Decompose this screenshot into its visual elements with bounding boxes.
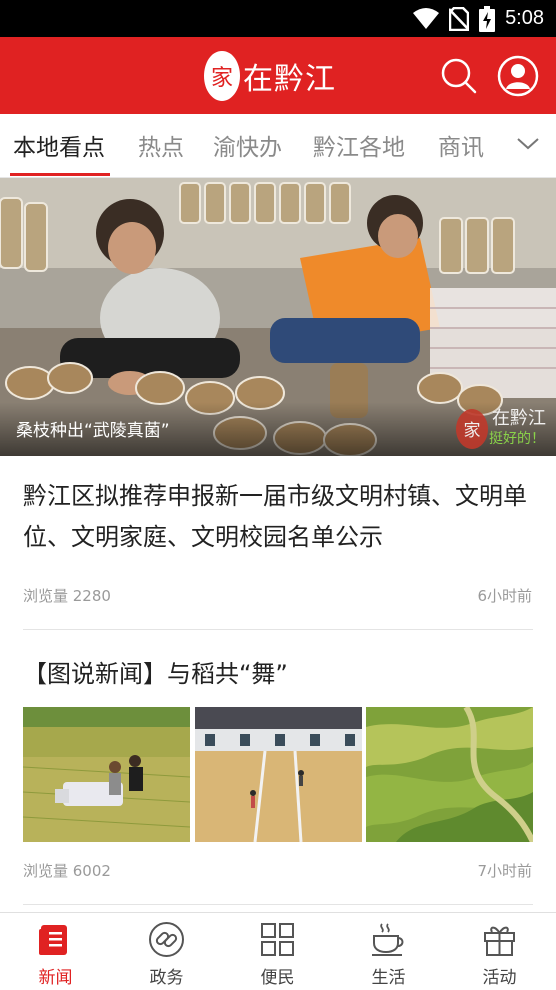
nav-government[interactable]: 政务 <box>111 913 222 990</box>
tab-yukuaiban[interactable]: 渝快办 <box>213 128 282 162</box>
watermark-logo-icon: 家 <box>456 409 488 449</box>
article-time: 7小时前 <box>477 862 532 880</box>
gift-icon <box>484 926 515 956</box>
app-name: 在黔江 <box>243 62 336 97</box>
battery-charging-icon <box>479 5 496 32</box>
hero-watermark: 家 在黔江 挺好的！ <box>455 406 546 452</box>
link-icon <box>149 922 184 957</box>
wifi-icon <box>413 7 440 29</box>
news-icon <box>39 925 67 955</box>
nav-label: 便民 <box>260 968 295 988</box>
hero-caption: 桑枝种出“武陵真菌” <box>16 421 170 441</box>
logo-glyph: 家 <box>211 66 233 91</box>
nav-label: 新闻 <box>38 968 73 988</box>
article-time: 6小时前 <box>477 587 532 605</box>
article-thumbnail[interactable] <box>366 707 533 842</box>
status-time: 5:08 <box>505 7 544 29</box>
nav-life[interactable]: 生活 <box>333 913 444 990</box>
article-title[interactable]: 【图说新闻】与稻共“舞” <box>23 654 538 695</box>
nav-label: 活动 <box>482 968 517 988</box>
tab-qianjiang-areas[interactable]: 黔江各地 <box>313 128 405 162</box>
nav-label: 生活 <box>371 968 406 988</box>
nav-events[interactable]: 活动 <box>444 913 555 990</box>
bottom-navigation: 新闻 政务 便民 生活 活动 <box>0 912 556 990</box>
user-icon[interactable] <box>497 55 539 97</box>
chevron-down-icon[interactable] <box>515 133 541 155</box>
status-icons: 5:08 <box>413 5 544 32</box>
article-views: 浏览量 6002 <box>23 862 111 880</box>
watermark-text: 在黔江 <box>492 408 546 429</box>
hero-banner[interactable]: 桑枝种出“武陵真菌” 家 在黔江 挺好的！ <box>0 178 556 456</box>
watermark-sub: 挺好的！ <box>489 431 545 447</box>
nav-label: 政务 <box>149 968 184 988</box>
article-title[interactable]: 黔江区拟推荐申报新一届市级文明村镇、文明单位、文明家庭、文明校园名单公示 <box>23 476 538 558</box>
rice-harvest-photo <box>23 707 190 842</box>
logo-badge-icon: 家 <box>204 51 240 101</box>
rice-terraces-photo <box>366 707 533 842</box>
watermark-glyph: 家 <box>464 421 481 441</box>
app-logo[interactable]: 家 在黔江 <box>203 46 336 106</box>
divider <box>23 904 533 905</box>
active-tab-indicator <box>10 173 110 176</box>
grain-drying-photo <box>195 707 362 842</box>
category-tabs: 本地看点 热点 渝快办 黔江各地 商讯 <box>0 114 556 178</box>
tab-business[interactable]: 商讯 <box>438 128 484 162</box>
coffee-icon <box>372 923 404 956</box>
nav-convenience[interactable]: 便民 <box>222 913 333 990</box>
tab-hot[interactable]: 热点 <box>138 128 184 162</box>
divider <box>23 629 533 630</box>
article-views: 浏览量 2280 <box>23 587 111 605</box>
status-bar: 5:08 <box>0 0 556 37</box>
no-sim-icon <box>449 6 470 31</box>
tab-local[interactable]: 本地看点 <box>13 128 105 162</box>
app-header: 家 在黔江 <box>0 37 556 114</box>
search-icon[interactable] <box>440 57 478 95</box>
nav-news[interactable]: 新闻 <box>0 913 111 990</box>
grid-icon <box>261 923 294 956</box>
article-thumbnail[interactable] <box>195 707 362 842</box>
article-thumbnail[interactable] <box>23 707 190 842</box>
